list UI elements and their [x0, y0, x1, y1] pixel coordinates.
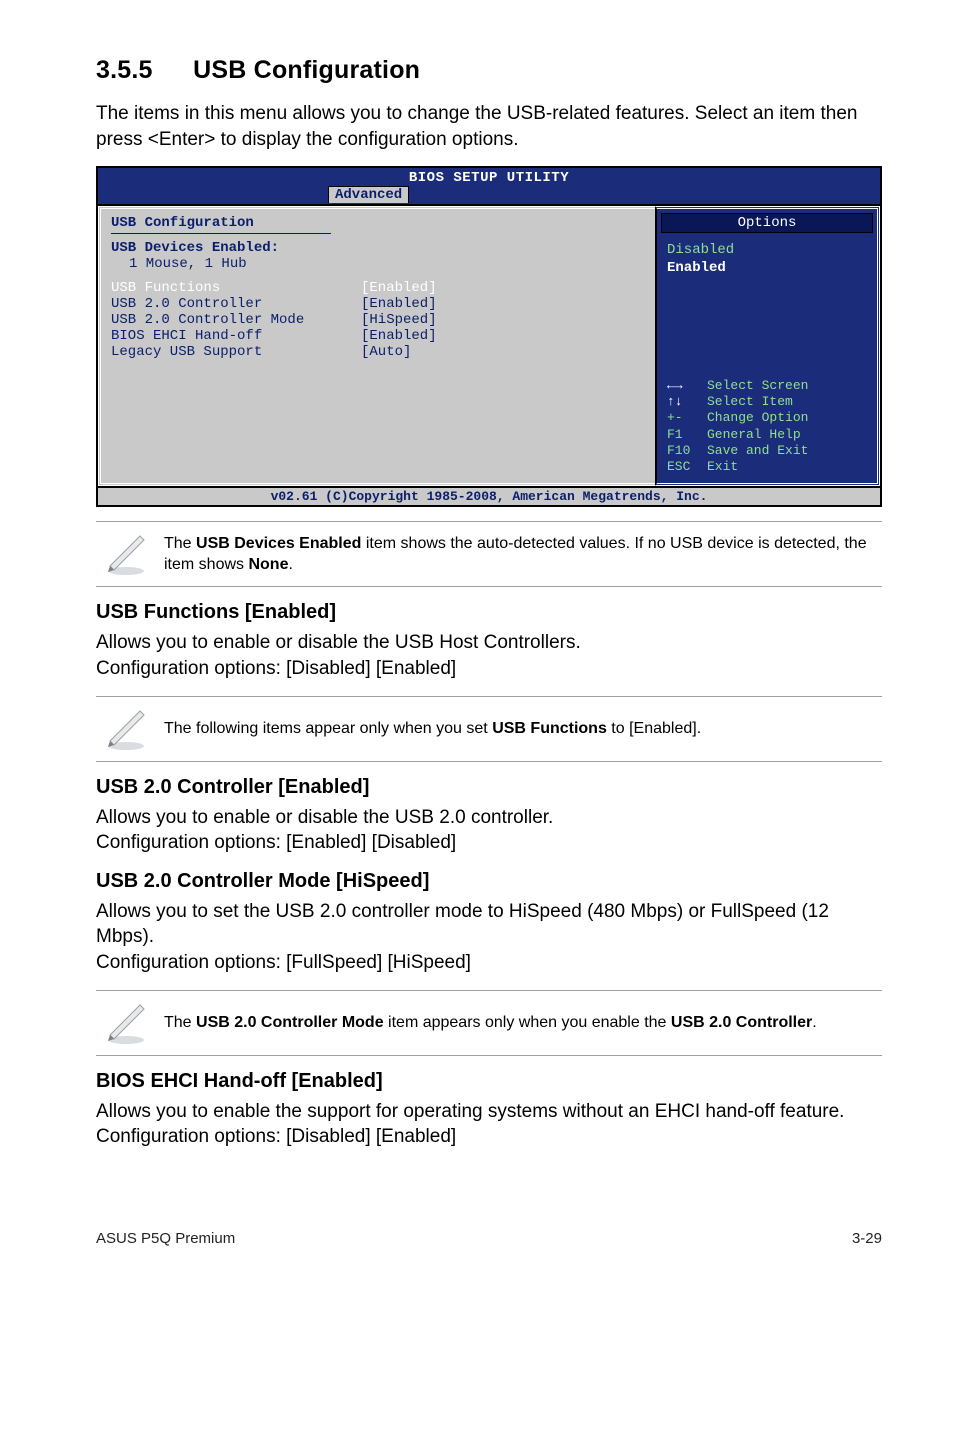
legend-row: ↑↓ Select Item: [667, 394, 869, 410]
t: The: [164, 535, 196, 552]
bios-panel-heading: USB Configuration: [111, 215, 645, 231]
legend-text: Select Item: [707, 394, 793, 410]
legend-text: Change Option: [707, 410, 808, 426]
bios-row-key: USB 2.0 Controller Mode: [111, 312, 361, 328]
p: Configuration options: [FullSpeed] [HiSp…: [96, 950, 882, 976]
arrows-up-down-icon: ↑↓: [667, 394, 707, 410]
bios-divider: [111, 233, 331, 234]
bios-row-key: USB 2.0 Controller: [111, 296, 361, 312]
bios-footer: v02.61 (C)Copyright 1985-2008, American …: [98, 486, 880, 505]
footer-right: 3-29: [852, 1230, 882, 1247]
bios-row-value: [Enabled]: [361, 328, 437, 344]
bios-row-usb20-controller[interactable]: USB 2.0 Controller [Enabled]: [111, 296, 645, 312]
pencil-icon: [102, 999, 150, 1047]
t: The: [164, 1014, 196, 1031]
legend-row: ESC Exit: [667, 459, 869, 475]
t: .: [812, 1014, 816, 1031]
subhead-usb20-controller: USB 2.0 Controller [Enabled]: [96, 776, 882, 799]
bios-option-enabled[interactable]: Enabled: [667, 259, 869, 277]
bios-tab-advanced[interactable]: Advanced: [328, 186, 409, 203]
bios-body: USB Configuration USB Devices Enabled: 1…: [98, 204, 880, 486]
bios-row-key: BIOS EHCI Hand-off: [111, 328, 361, 344]
bios-row-key: Legacy USB Support: [111, 344, 361, 360]
note-1: The USB Devices Enabled item shows the a…: [96, 521, 882, 587]
legend-key: F10: [667, 443, 707, 459]
page: 3.5.5 USB Configuration The items in thi…: [0, 0, 954, 1287]
legend-row: +- Change Option: [667, 410, 869, 426]
section-intro: The items in this menu allows you to cha…: [96, 101, 882, 152]
p: Allows you to enable or disable the USB …: [96, 805, 882, 831]
t: .: [288, 556, 292, 573]
t: USB Devices Enabled: [196, 535, 361, 552]
arrows-left-right-icon: ←→: [667, 378, 707, 394]
t: The following items appear only when you…: [164, 720, 492, 737]
page-footer: ASUS P5Q Premium 3-29: [96, 1230, 882, 1247]
t: item appears only when you enable the: [384, 1014, 671, 1031]
note-1-text: The USB Devices Enabled item shows the a…: [164, 533, 876, 576]
bios-left-pane: USB Configuration USB Devices Enabled: 1…: [98, 206, 655, 486]
bios-devices-value: 1 Mouse, 1 Hub: [111, 256, 645, 272]
p: Allows you to enable the support for ope…: [96, 1099, 882, 1125]
footer-left: ASUS P5Q Premium: [96, 1230, 235, 1247]
section-number: 3.5.5: [96, 56, 186, 85]
note-2: The following items appear only when you…: [96, 696, 882, 762]
bios-row-usb-functions[interactable]: USB Functions [Enabled]: [111, 280, 645, 296]
bios-row-value: [HiSpeed]: [361, 312, 437, 328]
p: Configuration options: [Disabled] [Enabl…: [96, 656, 882, 682]
subhead-usb20-controller-mode: USB 2.0 Controller Mode [HiSpeed]: [96, 870, 882, 893]
bios-options-header: Options: [661, 213, 873, 233]
t: to [Enabled].: [607, 720, 701, 737]
bios-row-value: [Enabled]: [361, 296, 437, 312]
subhead-usb-functions: USB Functions [Enabled]: [96, 601, 882, 624]
legend-row: F1 General Help: [667, 427, 869, 443]
spacer: [111, 272, 645, 280]
legend-key: +-: [667, 410, 707, 426]
bios-row-bios-ehci-handoff[interactable]: BIOS EHCI Hand-off [Enabled]: [111, 328, 645, 344]
bios-panel: BIOS SETUP UTILITY Advanced USB Configur…: [96, 166, 882, 507]
note-3: The USB 2.0 Controller Mode item appears…: [96, 990, 882, 1056]
bios-options-list: Disabled Enabled: [667, 241, 869, 277]
p: Allows you to enable or disable the USB …: [96, 630, 882, 656]
note-3-text: The USB 2.0 Controller Mode item appears…: [164, 1012, 817, 1034]
bios-devices-label: USB Devices Enabled:: [111, 240, 645, 256]
bios-title: BIOS SETUP UTILITY: [98, 168, 880, 186]
legend-text: Exit: [707, 459, 738, 475]
bios-row-value: [Enabled]: [361, 280, 437, 296]
subhead-bios-ehci-handoff: BIOS EHCI Hand-off [Enabled]: [96, 1070, 882, 1093]
t: USB 2.0 Controller: [671, 1014, 812, 1031]
p: Configuration options: [Disabled] [Enabl…: [96, 1124, 882, 1150]
bios-right-pane: Options Disabled Enabled ←→ Select Scree…: [655, 206, 880, 486]
bios-legend: ←→ Select Screen ↑↓ Select Item +- Chang…: [667, 378, 869, 476]
legend-text: Save and Exit: [707, 443, 808, 459]
bios-tabbar: Advanced: [98, 186, 880, 204]
section-heading: 3.5.5 USB Configuration: [96, 56, 882, 85]
bios-row-usb20-controller-mode[interactable]: USB 2.0 Controller Mode [HiSpeed]: [111, 312, 645, 328]
bios-option-disabled[interactable]: Disabled: [667, 241, 869, 259]
bios-row-legacy-usb-support[interactable]: Legacy USB Support [Auto]: [111, 344, 645, 360]
pencil-icon: [102, 530, 150, 578]
legend-row: F10 Save and Exit: [667, 443, 869, 459]
legend-row: ←→ Select Screen: [667, 378, 869, 394]
t: USB 2.0 Controller Mode: [196, 1014, 384, 1031]
bios-row-key: USB Functions: [111, 280, 361, 296]
p: Allows you to set the USB 2.0 controller…: [96, 899, 882, 950]
p: Configuration options: [Enabled] [Disabl…: [96, 830, 882, 856]
legend-key: F1: [667, 427, 707, 443]
section-title-text: USB Configuration: [193, 56, 420, 84]
pencil-icon: [102, 705, 150, 753]
t: None: [248, 556, 288, 573]
legend-text: Select Screen: [707, 378, 808, 394]
legend-key: ESC: [667, 459, 707, 475]
note-2-text: The following items appear only when you…: [164, 718, 701, 740]
legend-text: General Help: [707, 427, 801, 443]
bios-row-value: [Auto]: [361, 344, 411, 360]
t: USB Functions: [492, 720, 607, 737]
